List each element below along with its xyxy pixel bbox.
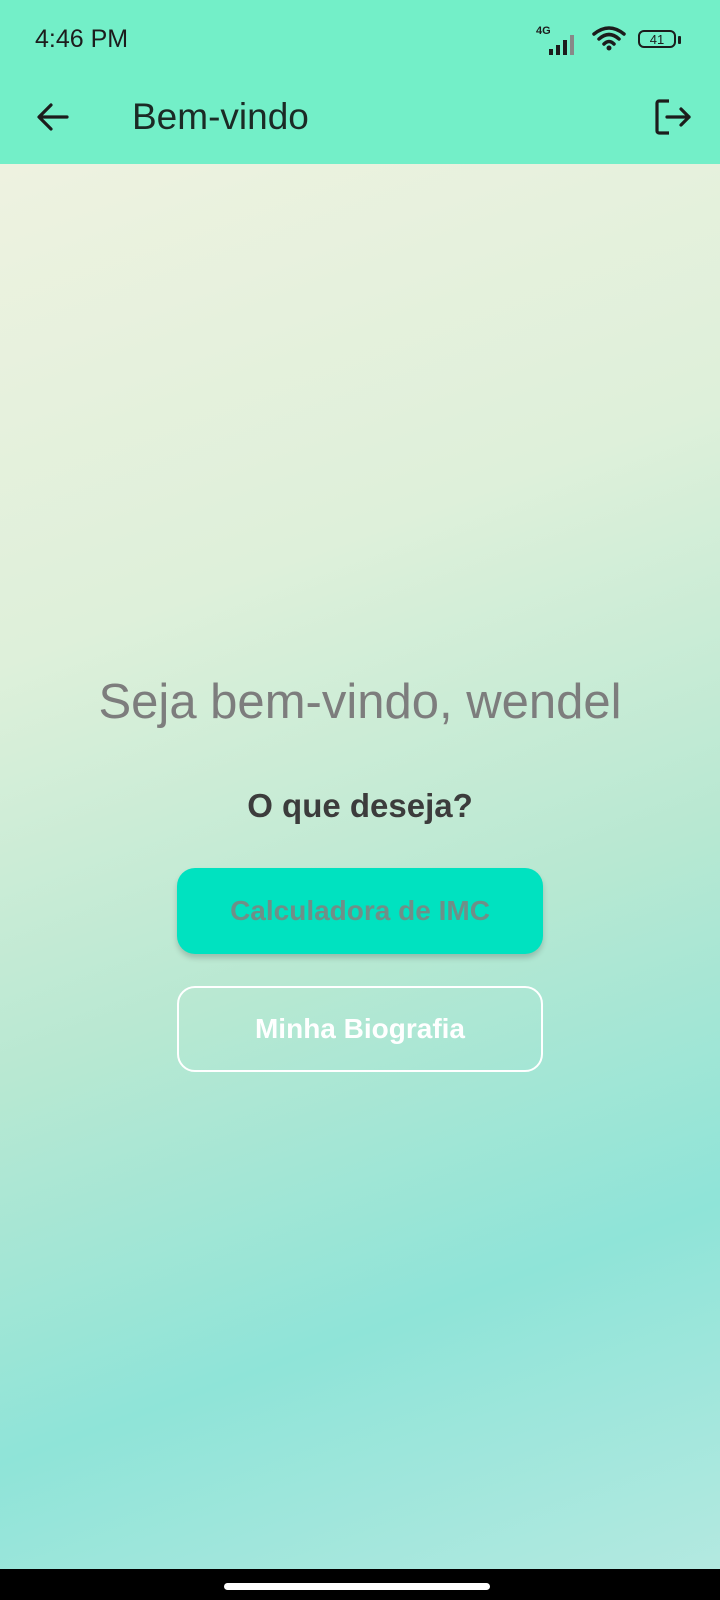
app-bar: Bem-vindo [0, 80, 720, 164]
status-icons: 4G 41 [536, 24, 684, 56]
back-button[interactable] [26, 90, 80, 144]
status-time: 4:46 PM [35, 25, 129, 53]
battery-icon: 41 [638, 29, 684, 51]
welcome-heading: Seja bem-vindo, wendel [98, 675, 622, 729]
battery-level: 41 [649, 32, 665, 47]
my-biography-button[interactable]: Minha Biografia [177, 986, 543, 1072]
signal-icon: 4G [536, 25, 580, 55]
page-title: Bem-vindo [132, 96, 309, 137]
home-indicator[interactable] [224, 1583, 490, 1590]
imc-calculator-button[interactable]: Calculadora de IMC [177, 868, 543, 954]
question-label: O que deseja? [247, 787, 473, 824]
status-bar: 4:46 PM 4G 41 [0, 0, 720, 80]
wifi-icon [592, 25, 626, 56]
arrow-back-icon [37, 103, 69, 131]
logout-icon [655, 99, 691, 135]
app-screen: 4:46 PM 4G 41 Bem-vindo Seja bem-vindo, … [0, 0, 720, 1600]
navigation-bar [0, 1569, 720, 1600]
main-content: Seja bem-vindo, wendel O que deseja? Cal… [0, 164, 720, 1569]
logout-button[interactable] [646, 90, 700, 144]
top-bar: 4:46 PM 4G 41 Bem-vindo [0, 0, 720, 164]
